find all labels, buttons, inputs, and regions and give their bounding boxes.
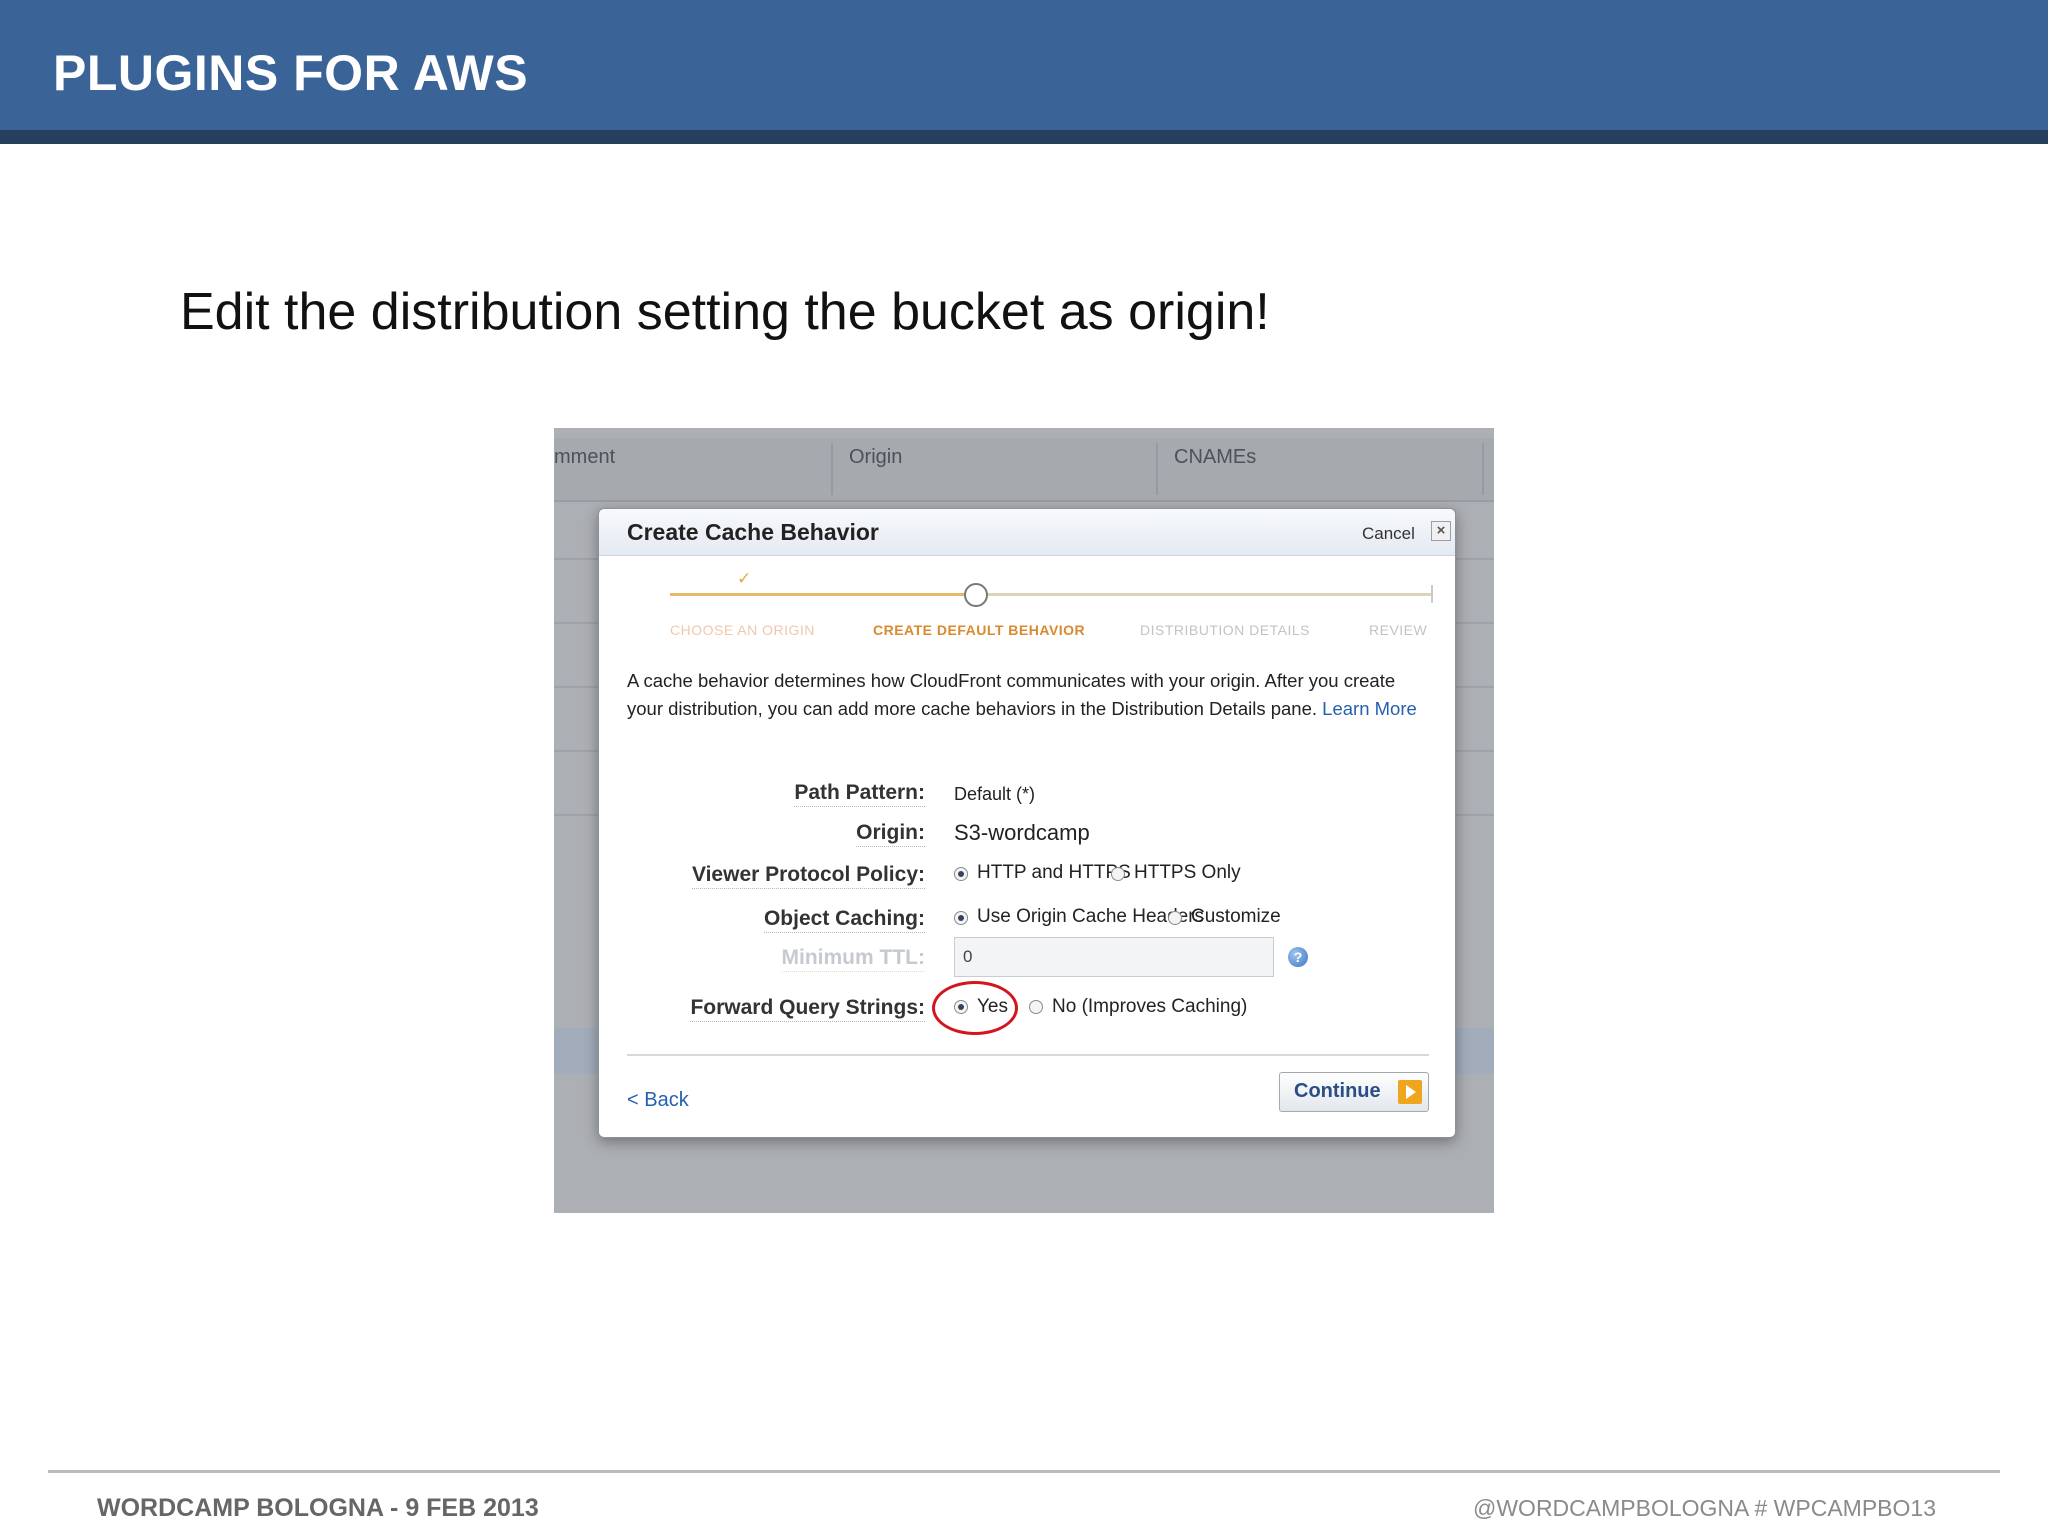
radio-use-origin-cache-headers[interactable] — [954, 911, 968, 925]
viewer-protocol-policy-label: Viewer Protocol Policy: — [691, 863, 925, 889]
step-review: REVIEW — [1369, 622, 1428, 638]
stepper-end-marker — [1431, 585, 1433, 603]
path-pattern-value: Default (*) — [954, 784, 1036, 804]
slide-subtitle: Edit the distribution setting the bucket… — [180, 283, 1270, 341]
red-highlight-circle — [932, 981, 1018, 1035]
radio-https-only[interactable] — [1111, 867, 1125, 881]
radio-label-forward-no[interactable]: No (Improves Caching) — [1052, 996, 1247, 1018]
cancel-link[interactable]: Cancel — [1362, 524, 1415, 544]
slide-title: PLUGINS FOR AWS — [53, 45, 529, 101]
footer-hashtag: @WORDCAMPBOLOGNA # WPCAMPBO13 — [1473, 1495, 1936, 1521]
step-create-default-behavior: CREATE DEFAULT BEHAVIOR — [873, 622, 1086, 638]
origin-label: Origin: — [856, 821, 925, 847]
close-icon[interactable]: × — [1431, 521, 1451, 541]
help-icon[interactable]: ? — [1288, 947, 1308, 967]
radio-label-http-and-https[interactable]: HTTP and HTTPS — [977, 862, 1131, 884]
arrow-right-icon — [1398, 1080, 1422, 1104]
current-step-circle-icon — [964, 583, 988, 607]
radio-customize[interactable] — [1168, 911, 1182, 925]
forward-query-strings-label: Forward Query Strings: — [690, 996, 925, 1022]
learn-more-link[interactable]: Learn More — [1322, 698, 1417, 719]
minimum-ttl-label: Minimum TTL: — [781, 946, 925, 972]
stepper-progress — [670, 593, 977, 596]
minimum-ttl-input[interactable] — [954, 937, 1274, 977]
dialog-title: Create Cache Behavior — [627, 519, 879, 545]
continue-button-label: Continue — [1294, 1080, 1381, 1102]
description-text: A cache behavior determines how CloudFro… — [627, 670, 1396, 719]
footer-divider — [48, 1470, 2000, 1473]
radio-label-https-only[interactable]: HTTPS Only — [1134, 862, 1241, 884]
object-caching-label: Object Caching: — [763, 907, 925, 933]
dialog-description: A cache behavior determines how CloudFro… — [627, 667, 1427, 723]
dialog-titlebar: Create Cache Behavior Cancel × — [599, 509, 1455, 556]
background-table-header — [554, 438, 1494, 502]
dialog-footer-divider — [627, 1054, 1429, 1056]
column-separator — [831, 443, 833, 495]
radio-label-customize[interactable]: Customize — [1191, 906, 1281, 928]
background-column-comment: mment — [554, 446, 616, 468]
path-pattern-label: Path Pattern: — [794, 781, 925, 807]
origin-value: S3-wordcamp — [954, 820, 1090, 845]
radio-forward-no[interactable] — [1029, 1000, 1043, 1014]
continue-button[interactable]: Continue — [1279, 1072, 1429, 1112]
step-distribution-details: DISTRIBUTION DETAILS — [1140, 622, 1310, 638]
column-separator — [1156, 443, 1158, 495]
step-choose-origin: CHOOSE AN ORIGIN — [670, 622, 815, 638]
background-column-cnames: CNAMEs — [1174, 446, 1257, 468]
column-separator — [1482, 443, 1484, 495]
slide-header-bar — [0, 130, 2048, 144]
footer-event: WORDCAMP BOLOGNA - 9 FEB 2013 — [97, 1494, 539, 1522]
aws-screenshot: mment Origin CNAMEs Create Cache Behavio… — [554, 428, 1494, 1213]
back-link[interactable]: < Back — [627, 1089, 689, 1112]
background-column-origin: Origin — [849, 446, 903, 468]
create-cache-behavior-dialog: Create Cache Behavior Cancel × ✓ CHOOSE … — [598, 508, 1456, 1138]
radio-http-and-https[interactable] — [954, 867, 968, 881]
checkmark-icon: ✓ — [737, 569, 752, 588]
